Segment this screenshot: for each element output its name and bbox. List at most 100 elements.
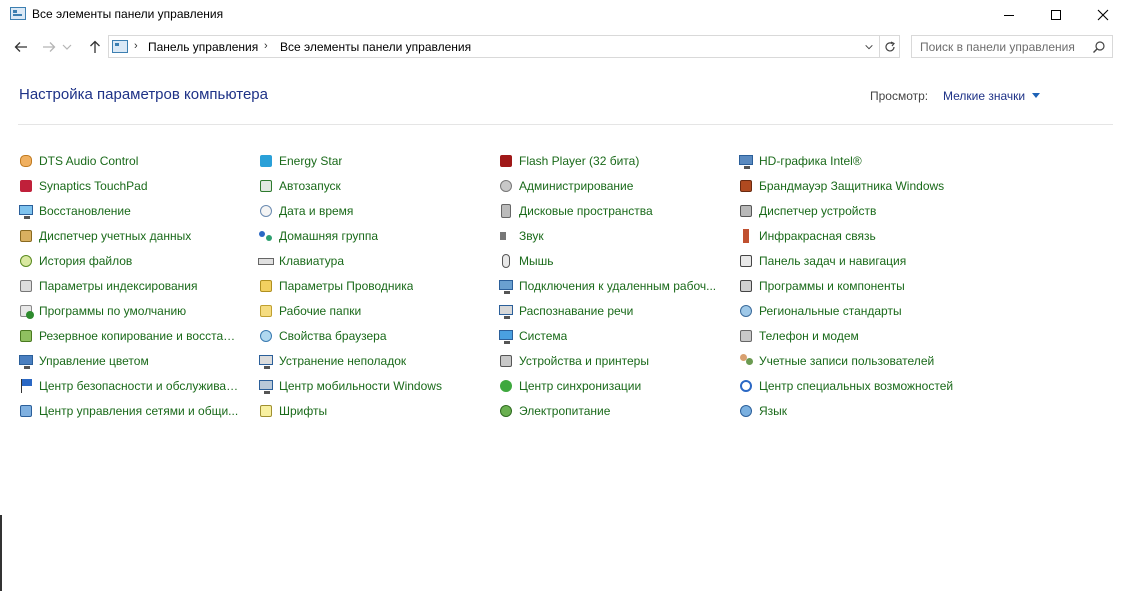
control-panel-item-label: Подключения к удаленным рабоч... bbox=[519, 279, 717, 293]
control-panel-item-label: Центр управления сетями и общи... bbox=[39, 404, 239, 418]
control-panel-item[interactable]: Звук bbox=[498, 225, 728, 247]
control-panel-item[interactable]: Подключения к удаленным рабоч... bbox=[498, 275, 728, 297]
control-panel-item[interactable]: Электропитание bbox=[498, 400, 728, 422]
arrow-right-icon bbox=[43, 42, 56, 52]
address-dropdown-button[interactable] bbox=[863, 40, 875, 54]
view-mode-dropdown[interactable]: Мелкие значки bbox=[943, 89, 1025, 103]
firewall-icon bbox=[738, 178, 754, 194]
close-icon bbox=[1097, 9, 1109, 21]
close-button[interactable] bbox=[1080, 0, 1126, 30]
control-panel-item[interactable]: Synaptics TouchPad bbox=[18, 175, 248, 197]
control-panel-item[interactable]: Панель задач и навигация bbox=[738, 250, 968, 272]
fonts-icon bbox=[258, 403, 274, 419]
control-panel-item[interactable]: Energy Star bbox=[258, 150, 488, 172]
control-panel-item-label: Центр мобильности Windows bbox=[279, 379, 442, 393]
troubleshooting-icon bbox=[258, 353, 274, 369]
mouse-icon bbox=[498, 253, 514, 269]
control-panel-item[interactable]: Диспетчер учетных данных bbox=[18, 225, 248, 247]
page-header: Настройка параметров компьютера Просмотр… bbox=[0, 64, 1126, 126]
up-button[interactable] bbox=[83, 36, 107, 58]
arrow-up-icon bbox=[90, 40, 100, 53]
control-panel-item[interactable]: Шрифты bbox=[258, 400, 488, 422]
control-panel-item[interactable]: Свойства браузера bbox=[258, 325, 488, 347]
file-history-icon bbox=[18, 253, 34, 269]
sync-center-icon bbox=[498, 378, 514, 394]
mobility-center-icon bbox=[258, 378, 274, 394]
control-panel-item[interactable]: Рабочие папки bbox=[258, 300, 488, 322]
phone-modem-icon bbox=[738, 328, 754, 344]
control-panel-item[interactable]: Flash Player (32 бита) bbox=[498, 150, 728, 172]
recent-locations-button[interactable] bbox=[60, 36, 74, 58]
backup-icon bbox=[18, 328, 34, 344]
control-panel-item[interactable]: Центр мобильности Windows bbox=[258, 375, 488, 397]
control-panel-item[interactable]: Центр безопасности и обслуживан... bbox=[18, 375, 248, 397]
control-panel-item[interactable]: Учетные записи пользователей bbox=[738, 350, 968, 372]
control-panel-icon bbox=[10, 7, 26, 20]
control-panel-item[interactable]: Мышь bbox=[498, 250, 728, 272]
control-panel-item[interactable]: Параметры Проводника bbox=[258, 275, 488, 297]
infrared-icon bbox=[738, 228, 754, 244]
administration-icon bbox=[498, 178, 514, 194]
control-panel-item-label: Дата и время bbox=[279, 204, 354, 218]
control-panel-item-label: Администрирование bbox=[519, 179, 634, 193]
control-panel-item-label: Energy Star bbox=[279, 154, 343, 168]
control-panel-item[interactable]: Домашняя группа bbox=[258, 225, 488, 247]
control-panel-item-label: Synaptics TouchPad bbox=[39, 179, 148, 193]
control-panel-item[interactable]: Центр синхронизации bbox=[498, 375, 728, 397]
breadcrumb-control-panel[interactable]: Панель управления bbox=[148, 40, 258, 54]
security-flag-icon bbox=[18, 378, 34, 394]
breadcrumb-separator-icon[interactable]: › bbox=[134, 40, 138, 52]
navigation-bar: › Панель управления › Все элементы панел… bbox=[0, 30, 1126, 64]
control-panel-item[interactable]: Устранение неполадок bbox=[258, 350, 488, 372]
taskbar-icon bbox=[738, 253, 754, 269]
breadcrumb-separator-icon[interactable]: › bbox=[264, 40, 268, 52]
control-panel-item[interactable]: HD-графика Intel® bbox=[738, 150, 968, 172]
control-panel-item[interactable]: Автозапуск bbox=[258, 175, 488, 197]
refresh-button[interactable] bbox=[880, 35, 900, 58]
back-button[interactable] bbox=[9, 36, 33, 58]
search-icon[interactable] bbox=[1092, 40, 1106, 54]
control-panel-item[interactable]: Брандмауэр Защитника Windows bbox=[738, 175, 968, 197]
breadcrumb-all-items[interactable]: Все элементы панели управления bbox=[280, 40, 471, 54]
chevron-down-icon bbox=[62, 44, 72, 50]
search-box[interactable] bbox=[911, 35, 1113, 58]
control-panel-item[interactable]: Клавиатура bbox=[258, 250, 488, 272]
minimize-button[interactable] bbox=[986, 0, 1032, 30]
control-panel-item[interactable]: Программы и компоненты bbox=[738, 275, 968, 297]
control-panel-item[interactable]: DTS Audio Control bbox=[18, 150, 248, 172]
maximize-button[interactable] bbox=[1033, 0, 1079, 30]
control-panel-item-label: Мышь bbox=[519, 254, 554, 268]
power-options-icon bbox=[498, 403, 514, 419]
control-panel-item-label: Электропитание bbox=[519, 404, 611, 418]
control-panel-item-label: Flash Player (32 бита) bbox=[519, 154, 640, 168]
control-panel-item[interactable]: Центр управления сетями и общи... bbox=[18, 400, 248, 422]
control-panel-item[interactable]: Региональные стандарты bbox=[738, 300, 968, 322]
control-panel-item[interactable]: Устройства и принтеры bbox=[498, 350, 728, 372]
search-input[interactable] bbox=[912, 36, 1088, 57]
forward-button[interactable] bbox=[37, 36, 61, 58]
control-panel-item-label: Инфракрасная связь bbox=[759, 229, 876, 243]
sound-icon bbox=[498, 228, 514, 244]
control-panel-item[interactable]: Инфракрасная связь bbox=[738, 225, 968, 247]
control-panel-item[interactable]: Резервное копирование и восстан... bbox=[18, 325, 248, 347]
control-panel-item[interactable]: Телефон и модем bbox=[738, 325, 968, 347]
control-panel-item[interactable]: Дата и время bbox=[258, 200, 488, 222]
control-panel-item[interactable]: Центр специальных возможностей bbox=[738, 375, 968, 397]
control-panel-item[interactable]: Управление цветом bbox=[18, 350, 248, 372]
dropdown-arrow-icon[interactable] bbox=[1032, 93, 1040, 98]
control-panel-item[interactable]: Распознавание речи bbox=[498, 300, 728, 322]
control-panel-item[interactable]: Администрирование bbox=[498, 175, 728, 197]
control-panel-item[interactable]: Система bbox=[498, 325, 728, 347]
control-panel-item[interactable]: Восстановление bbox=[18, 200, 248, 222]
intel-graphics-icon bbox=[738, 153, 754, 169]
control-panel-item-label: DTS Audio Control bbox=[39, 154, 139, 168]
control-panel-item[interactable]: Программы по умолчанию bbox=[18, 300, 248, 322]
control-panel-item[interactable]: Параметры индексирования bbox=[18, 275, 248, 297]
address-bar[interactable]: › Панель управления › Все элементы панел… bbox=[108, 35, 880, 58]
devices-printers-icon bbox=[498, 353, 514, 369]
control-panel-item[interactable]: История файлов bbox=[18, 250, 248, 272]
view-label: Просмотр: bbox=[870, 89, 929, 103]
control-panel-item[interactable]: Диспетчер устройств bbox=[738, 200, 968, 222]
control-panel-item[interactable]: Дисковые пространства bbox=[498, 200, 728, 222]
control-panel-item[interactable]: Язык bbox=[738, 400, 968, 422]
